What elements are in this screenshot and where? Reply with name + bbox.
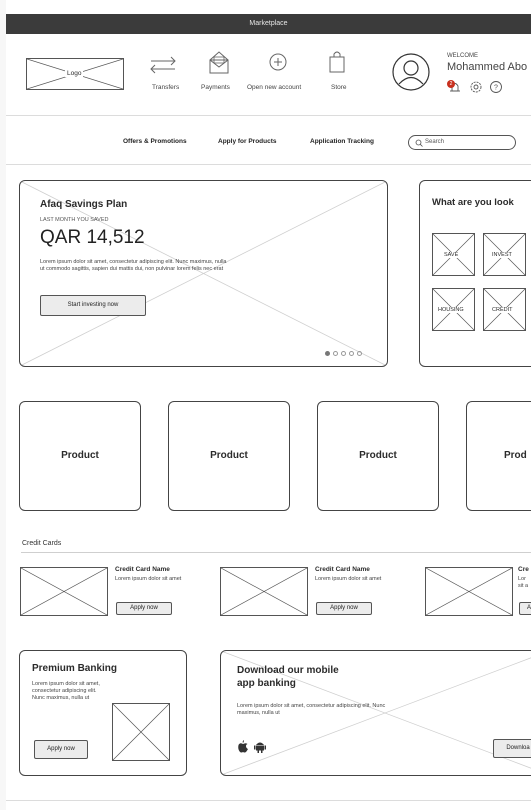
plus-circle-icon <box>269 53 287 71</box>
nav-label-payments[interactable]: Payments <box>201 84 230 91</box>
menu-apply-products[interactable]: Apply for Products <box>218 138 277 145</box>
product-title: Prod <box>504 450 527 461</box>
premium-description: Lorem ipsum dolor sit amet, consectetur … <box>32 681 100 701</box>
search-placeholder: Search <box>425 139 445 145</box>
shopping-bag-icon <box>329 51 345 73</box>
apply-now-button[interactable]: Apply now <box>116 602 172 615</box>
settings-button[interactable] <box>469 80 483 94</box>
product-title: Product <box>359 450 397 461</box>
hero-title: Afaq Savings Plan <box>40 199 128 210</box>
nav-label-transfers[interactable]: Transfers <box>152 84 179 91</box>
carousel-dot[interactable] <box>333 351 338 356</box>
product-title: Product <box>61 450 99 461</box>
nav-label-store[interactable]: Store <box>331 84 347 91</box>
app-promo-title-line2: app banking <box>237 678 296 689</box>
notifications-button[interactable]: 2 <box>447 80 463 94</box>
product-card[interactable]: Product <box>168 401 290 511</box>
search-icon <box>415 139 423 147</box>
apple-icon[interactable] <box>237 740 249 753</box>
gear-icon <box>470 81 482 93</box>
tile-invest[interactable]: INVEST <box>483 233 526 276</box>
start-investing-button[interactable]: Start investing now <box>40 295 146 316</box>
menu-offers[interactable]: Offers & Promotions <box>123 138 187 145</box>
transfer-icon <box>150 56 176 74</box>
credit-card-image[interactable] <box>220 567 308 616</box>
credit-card-name: Cre <box>518 566 529 573</box>
help-icon: ? <box>490 81 502 93</box>
tile-label: SAVE <box>444 252 459 258</box>
tile-credit[interactable]: CREDIT <box>483 288 526 331</box>
header-divider <box>6 115 531 116</box>
nav-label-open-account[interactable]: Open new account <box>247 84 301 91</box>
tile-housing[interactable]: HOUSING <box>432 288 475 331</box>
looking-for-panel: What are you look SAVE INVEST HOUSING CR… <box>419 180 531 367</box>
avatar[interactable] <box>392 53 430 91</box>
tile-save[interactable]: SAVE <box>432 233 475 276</box>
credit-card-description: Lor sit a <box>518 576 529 589</box>
premium-image <box>112 703 170 761</box>
window-title: Marketplace <box>249 20 288 27</box>
credit-card-image[interactable] <box>20 567 108 616</box>
looking-for-title: What are you look <box>432 197 514 208</box>
product-card[interactable]: Product <box>19 401 141 511</box>
hero-amount: QAR 14,512 <box>40 227 145 248</box>
credit-card-name: Credit Card Name <box>115 566 170 573</box>
app-promo-title-line1: Download our mobile <box>237 665 339 676</box>
carousel-dots <box>325 351 362 357</box>
help-button[interactable]: ? <box>489 80 503 94</box>
product-card[interactable]: Product <box>317 401 439 511</box>
app-download-card: Download our mobile app banking Lorem ip… <box>220 650 531 776</box>
notification-badge: 2 <box>447 80 455 88</box>
app-window: Marketplace Logo Transfers Payments Open <box>6 0 531 810</box>
carousel-dot[interactable] <box>349 351 354 356</box>
tile-label: INVEST <box>492 252 512 258</box>
user-icon <box>392 53 430 91</box>
product-card[interactable]: Prod <box>466 401 531 511</box>
svg-text:?: ? <box>494 85 498 92</box>
hero-description: Lorem ipsum dolor sit amet, consectetur … <box>40 259 227 272</box>
tile-label: HOUSING <box>438 307 464 313</box>
credit-card-name: Credit Card Name <box>315 566 370 573</box>
product-title: Product <box>210 450 248 461</box>
apply-now-button[interactable]: Apply now <box>316 602 372 615</box>
search-input[interactable]: Search <box>408 135 516 150</box>
payments-icon <box>209 51 229 74</box>
premium-title: Premium Banking <box>32 663 118 674</box>
carousel-dot-active[interactable] <box>325 351 330 356</box>
section-divider <box>21 552 531 553</box>
welcome-label: WELCOME <box>447 53 479 59</box>
logo-label: Logo <box>65 70 84 77</box>
apply-now-button[interactable]: A <box>519 602 531 615</box>
credit-card-description: Lorem ipsum dolor sit amet <box>315 576 382 582</box>
premium-apply-button[interactable]: Apply now <box>34 740 88 759</box>
carousel-dot[interactable] <box>357 351 362 356</box>
hero-banner: Afaq Savings Plan LAST MONTH YOU SAVED Q… <box>19 180 388 367</box>
hero-caption: LAST MONTH YOU SAVED <box>40 217 109 223</box>
premium-banking-card: Premium Banking Lorem ipsum dolor sit am… <box>19 650 187 776</box>
tile-label: CREDIT <box>492 307 513 313</box>
download-button[interactable]: Downloa <box>493 739 531 758</box>
android-icon[interactable] <box>254 740 266 753</box>
app-promo-description: Lorem ipsum dolor sit amet, consectetur … <box>237 703 386 716</box>
section-title-credit-cards: Credit Cards <box>22 540 62 547</box>
menu-application-tracking[interactable]: Application Tracking <box>310 138 374 145</box>
menu-divider <box>6 164 531 165</box>
credit-card-image[interactable] <box>425 567 513 616</box>
footer-divider <box>6 800 531 801</box>
user-name: Mohammed Abo <box>447 61 528 73</box>
carousel-dot[interactable] <box>341 351 346 356</box>
logo[interactable]: Logo <box>26 58 124 90</box>
title-bar: Marketplace <box>6 14 531 34</box>
credit-card-description: Lorem ipsum dolor sit amet <box>115 576 182 582</box>
